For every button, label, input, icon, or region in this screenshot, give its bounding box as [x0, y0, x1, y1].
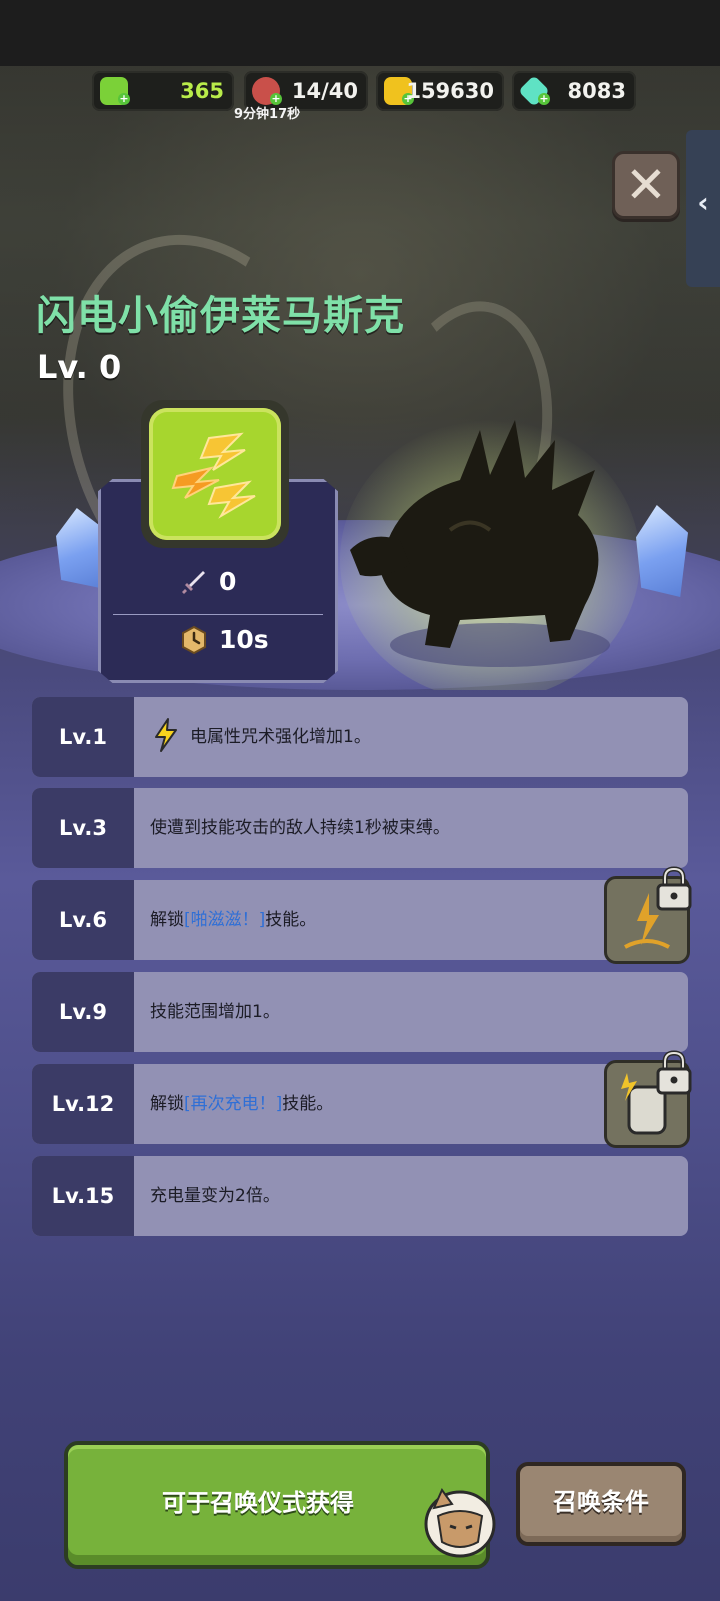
- level-label: Lv.12: [32, 1064, 134, 1144]
- skill-link[interactable]: [再次充电！]: [184, 1094, 282, 1114]
- sword-icon: [182, 571, 205, 594]
- level-label-text: Lv.1: [59, 725, 107, 749]
- cooldown-value: 10s: [219, 625, 269, 654]
- level-row-12: Lv.12 解锁[再次充电！]技能。: [32, 1064, 688, 1144]
- level-description: 使遭到技能攻击的敌人持续1秒被束缚。: [150, 818, 450, 838]
- level-description: 电属性咒术强化增加1。: [190, 727, 371, 747]
- gold-value: 159630: [406, 79, 494, 103]
- energy-resource[interactable]: + 365: [92, 71, 234, 111]
- level-label: Lv.3: [32, 788, 134, 868]
- skill-icon-frame[interactable]: [141, 400, 289, 548]
- skill-link[interactable]: [啪滋滋！]: [184, 910, 265, 930]
- lock-icon: [656, 866, 692, 911]
- chevron-left-icon: ‹: [697, 186, 709, 219]
- level-description: 充电量变为2倍。: [150, 1186, 280, 1206]
- lock-icon: [656, 1050, 692, 1095]
- level-description: 技能范围增加1。: [150, 1002, 280, 1022]
- level-description: 解锁[啪滋滋！]技能。: [150, 880, 316, 960]
- clock-icon: [182, 625, 206, 655]
- level-label-text: Lv.9: [59, 1000, 107, 1024]
- meat-resource[interactable]: + 14/40: [244, 71, 368, 111]
- attack-value: 0: [219, 567, 237, 596]
- level-label: Lv.6: [32, 880, 134, 960]
- description-suffix: 技能。: [282, 1094, 334, 1114]
- meat-value: 14/40: [291, 79, 358, 103]
- level-label-text: Lv.6: [59, 908, 107, 932]
- screen: + 365 + 14/40 9分钟17秒 + 159630 + 8083 ✕ ‹…: [0, 0, 720, 1601]
- creature-level: Lv. 0: [37, 348, 122, 386]
- plus-icon[interactable]: +: [538, 93, 550, 105]
- description-prefix: 解锁: [150, 910, 184, 930]
- close-button[interactable]: ✕: [612, 151, 680, 219]
- locked-skill-recharge[interactable]: [604, 1050, 692, 1148]
- gem-value: 8083: [567, 79, 626, 103]
- level-label-text: Lv.15: [51, 1184, 115, 1208]
- description-suffix: 技能。: [265, 910, 317, 930]
- level-label-text: Lv.12: [51, 1092, 115, 1116]
- gold-resource[interactable]: + 159630: [376, 71, 504, 111]
- summon-conditions-button[interactable]: 召唤条件: [516, 1462, 686, 1546]
- meat-timer: 9分钟17秒: [234, 107, 301, 122]
- level-label: Lv.1: [32, 697, 134, 777]
- summoner-character-icon: [424, 1487, 496, 1558]
- gem-resource[interactable]: + 8083: [512, 71, 636, 111]
- stat-divider: [113, 614, 323, 615]
- creature-silhouette: [340, 420, 640, 690]
- close-icon: ✕: [625, 156, 667, 214]
- level-description: 解锁[再次充电！]技能。: [150, 1064, 333, 1144]
- lightning-icon: [155, 718, 177, 752]
- description-prefix: 解锁: [150, 1094, 184, 1114]
- level-label-text: Lv.3: [59, 816, 107, 840]
- plus-icon[interactable]: +: [118, 93, 130, 105]
- cooldown-stat: 10s: [101, 620, 335, 660]
- level-row-3: Lv.3 使遭到技能攻击的敌人持续1秒被束缚。: [32, 788, 688, 868]
- energy-value: 365: [180, 79, 224, 103]
- status-bar: [0, 0, 720, 66]
- attack-stat: 0: [101, 562, 335, 602]
- locked-skill-lightning[interactable]: [604, 866, 692, 964]
- level-row-6: Lv.6 解锁[啪滋滋！]技能。: [32, 880, 688, 960]
- level-row-15: Lv.15 充电量变为2倍。: [32, 1156, 688, 1236]
- plus-icon[interactable]: +: [270, 93, 282, 105]
- lightning-bolts-icon: [171, 432, 256, 519]
- level-label: Lv.15: [32, 1156, 134, 1236]
- level-row-1: Lv.1 电属性咒术强化增加1。: [32, 697, 688, 777]
- creature-name: 闪电小偷伊莱马斯克: [36, 293, 405, 339]
- level-row-9: Lv.9 技能范围增加1。: [32, 972, 688, 1052]
- lightning-skill-icon: [149, 408, 281, 540]
- obtain-button-label: 可于召唤仪式获得: [162, 1489, 354, 1517]
- level-label: Lv.9: [32, 972, 134, 1052]
- summon-conditions-label: 召唤条件: [553, 1488, 649, 1516]
- side-drawer-tab[interactable]: ‹: [686, 130, 720, 287]
